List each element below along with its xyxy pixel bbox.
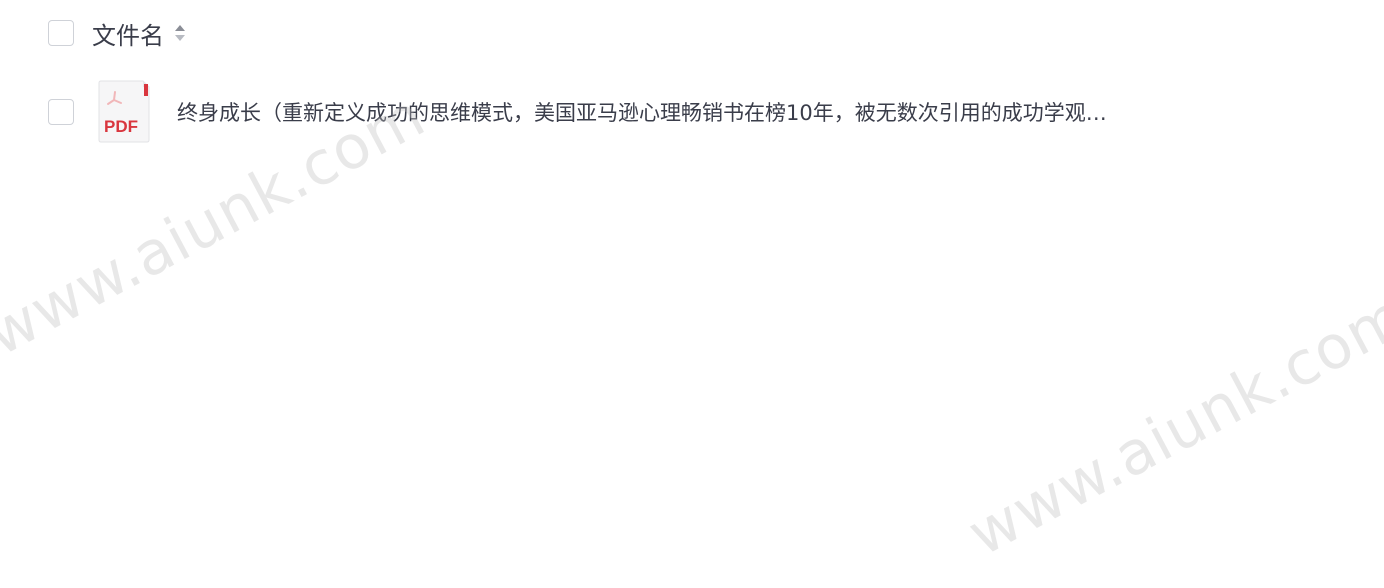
file-name-link[interactable]: 终身成长（重新定义成功的思维模式，美国亚马逊心理畅销书在榜10年，被无数次引用的… [177,97,1107,127]
column-header-filename[interactable]: 文件名 [92,16,164,51]
file-select-checkbox[interactable] [48,99,74,125]
pdf-file-icon: PDF [97,80,151,144]
file-list-header: 文件名 [48,14,186,52]
pdf-type-label: PDF [104,117,138,136]
file-row[interactable]: PDF 终身成长（重新定义成功的思维模式，美国亚马逊心理畅销书在榜10年，被无数… [48,80,1348,144]
select-all-checkbox[interactable] [48,20,74,46]
file-list: 文件名 PDF 终身成长（重新定义成功的思维模式，美国亚马逊心理畅销书在榜10年… [0,0,1384,588]
sort-updown-icon[interactable] [174,21,186,45]
